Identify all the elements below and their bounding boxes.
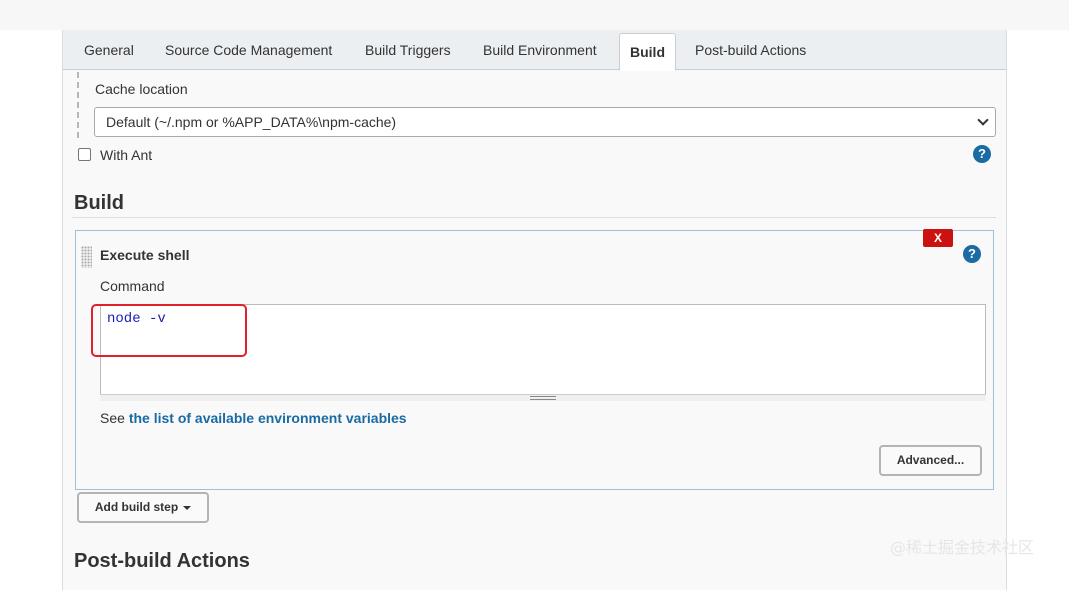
tab-source-code-management[interactable]: Source Code Management <box>165 30 332 70</box>
chevron-down-icon <box>977 114 989 126</box>
tab-build-environment[interactable]: Build Environment <box>483 30 597 70</box>
advanced-button[interactable]: Advanced... <box>879 445 982 476</box>
delete-step-button[interactable]: X <box>923 229 953 247</box>
tab-post-build-actions[interactable]: Post-build Actions <box>695 30 806 70</box>
drag-handle-icon[interactable] <box>81 246 92 268</box>
with-ant-label: With Ant <box>100 147 153 163</box>
textarea-resize-handle[interactable] <box>100 394 986 401</box>
with-ant-checkbox[interactable] <box>78 148 91 161</box>
add-build-step-label: Add build step <box>94 500 179 514</box>
config-tab-bar: General Source Code Management Build Tri… <box>62 30 1007 71</box>
top-bar <box>0 0 1069 30</box>
section-divider <box>72 217 996 218</box>
watermark: @稀土掘金技术社区 <box>890 538 1035 557</box>
tab-general[interactable]: General <box>84 30 134 70</box>
add-build-step-button[interactable]: Add build step <box>77 492 209 523</box>
caret-down-icon <box>183 505 192 510</box>
command-highlight-box <box>91 304 247 357</box>
tab-build[interactable]: Build <box>619 33 676 71</box>
tab-build-triggers[interactable]: Build Triggers <box>365 30 451 70</box>
execute-shell-title: Execute shell <box>100 247 190 263</box>
help-icon[interactable]: ? <box>963 245 981 263</box>
help-icon[interactable]: ? <box>973 145 991 163</box>
grip-icon <box>530 396 556 400</box>
see-prefix: See <box>100 410 125 426</box>
post-build-section-title: Post-build Actions <box>74 550 250 572</box>
cache-location-select[interactable]: Default (~/.npm or %APP_DATA%\npm-cache) <box>94 107 996 137</box>
cache-location-label: Cache location <box>95 81 188 97</box>
command-label: Command <box>100 278 165 294</box>
build-section-title: Build <box>74 192 124 214</box>
section-indent-line <box>77 72 79 138</box>
cache-location-value: Default (~/.npm or %APP_DATA%\npm-cache) <box>106 114 397 130</box>
env-vars-note: See the list of available environment va… <box>100 410 407 426</box>
env-vars-link[interactable]: the list of available environment variab… <box>129 410 407 426</box>
